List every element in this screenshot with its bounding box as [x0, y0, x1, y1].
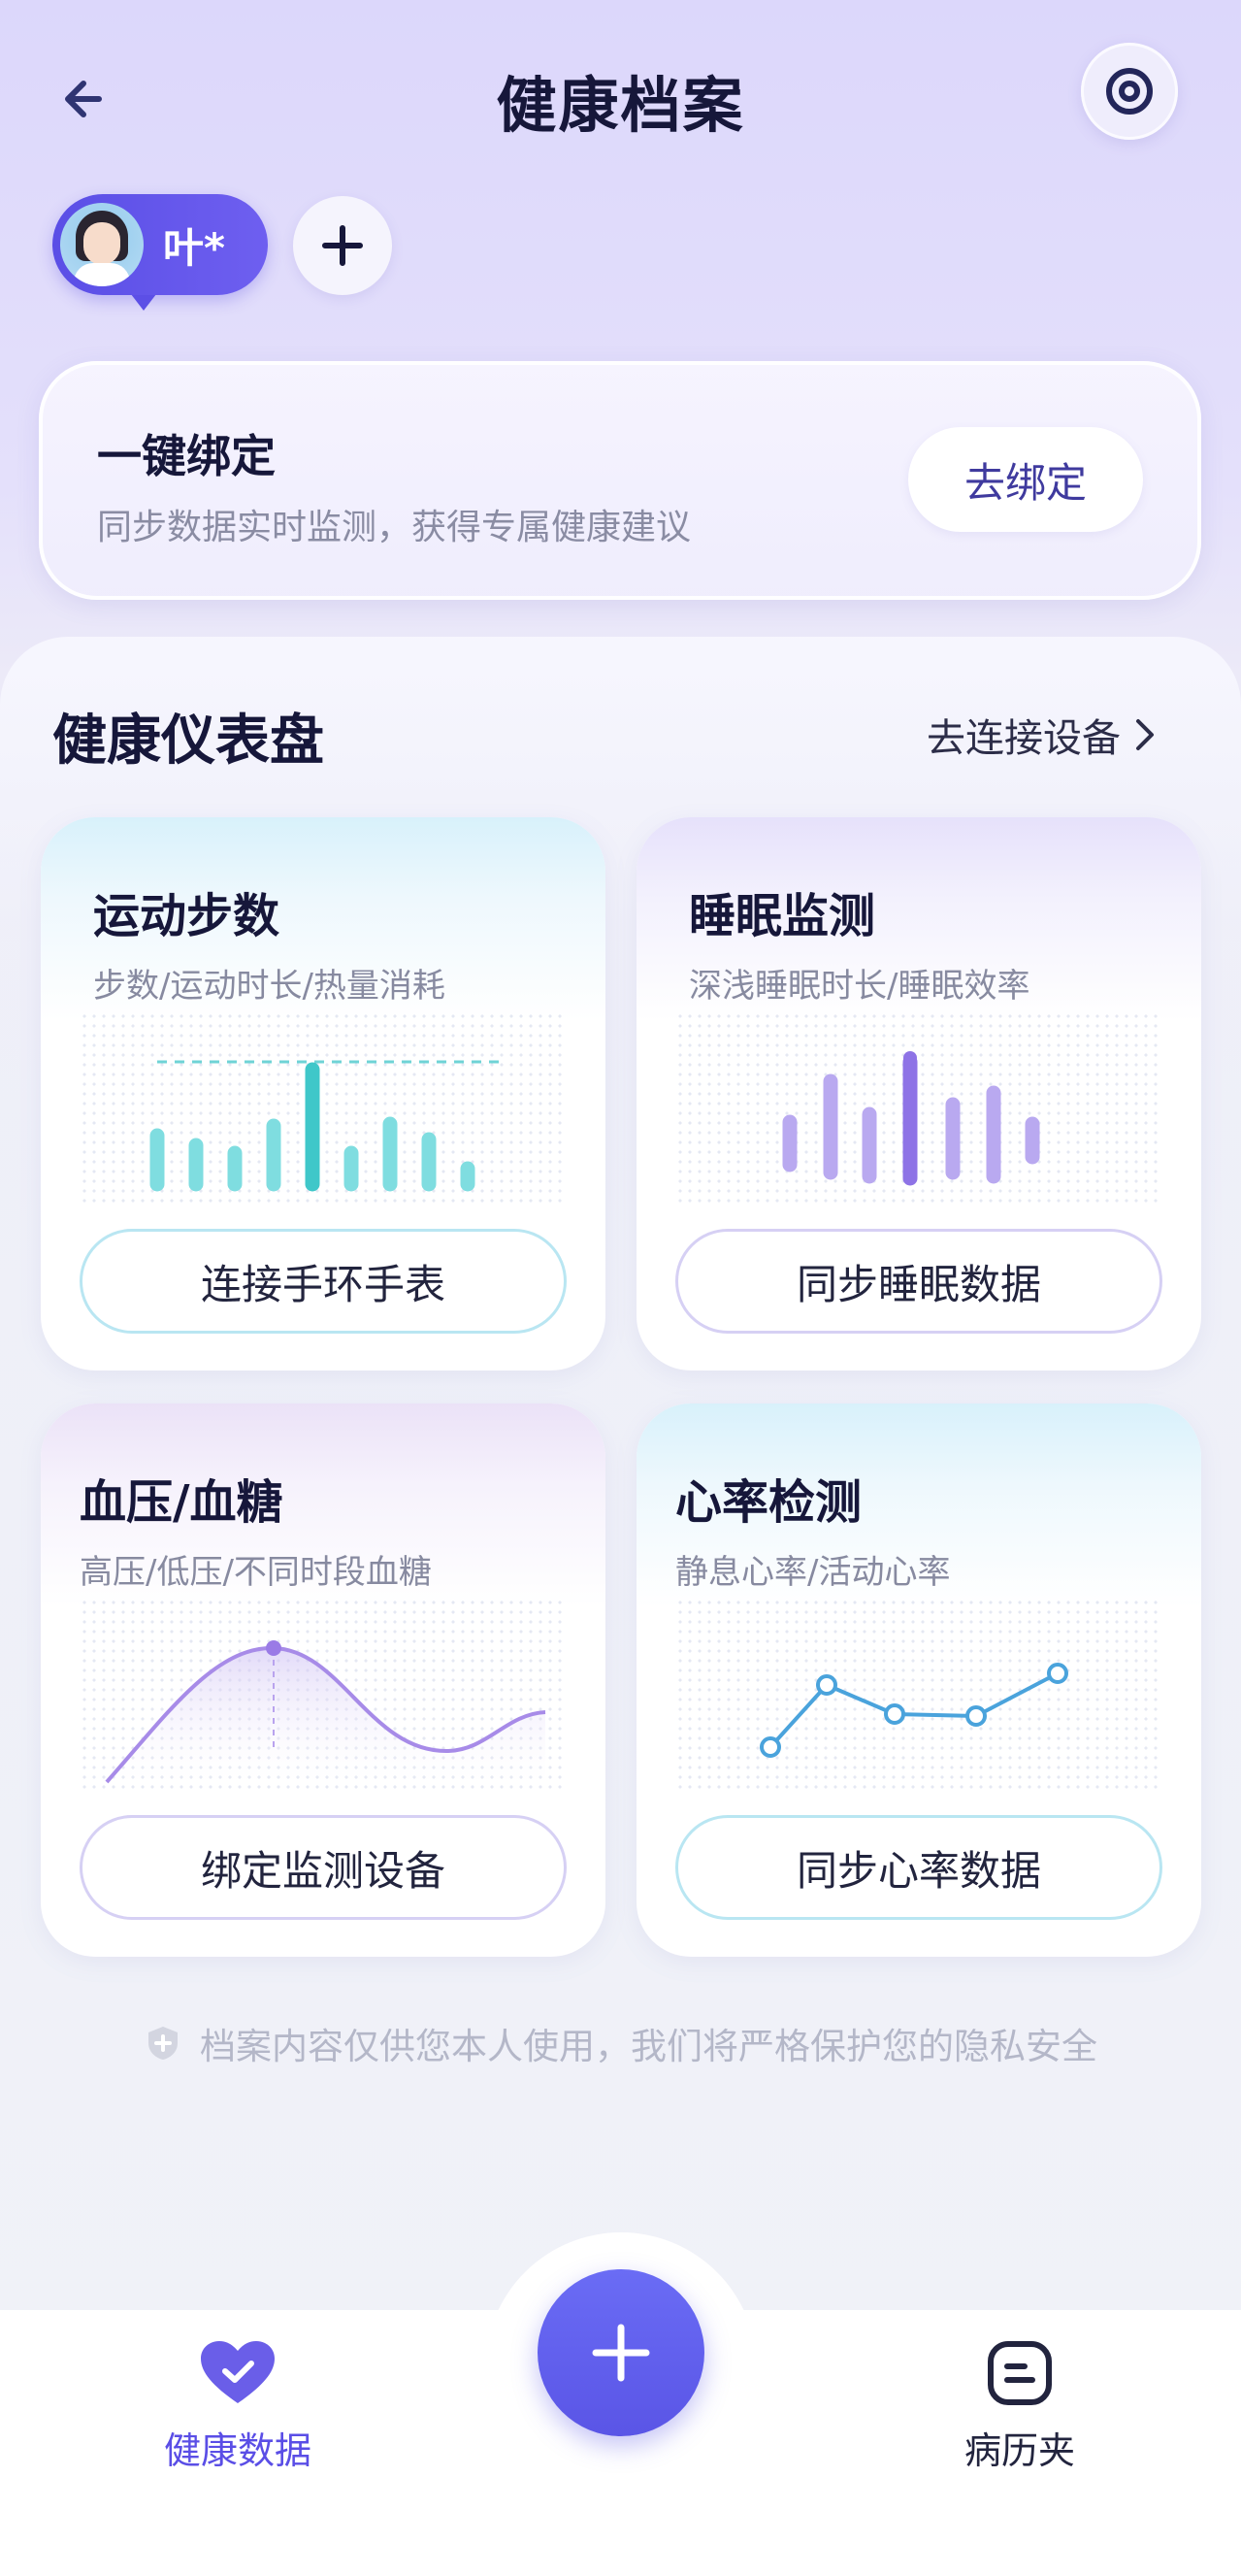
heart-rate-point — [884, 1703, 905, 1725]
card-title: 运动步数 — [93, 889, 280, 943]
add-record-button[interactable] — [538, 2269, 704, 2436]
chevron-right-icon — [1136, 719, 1154, 750]
bind-card-title: 一键绑定 — [97, 430, 276, 482]
settings-button[interactable] — [1081, 43, 1178, 140]
bp-peak-point — [266, 1640, 281, 1656]
heart-rate-point — [816, 1674, 837, 1696]
heart-rate-line — [768, 1671, 1059, 1749]
steps-chart — [80, 1011, 567, 1205]
steps-card[interactable]: 运动步数 步数/运动时长/热量消耗 连接手环手表 — [41, 817, 605, 1371]
card-title: 血压/血糖 — [80, 1475, 283, 1530]
privacy-note-text: 档案内容仅供您本人使用，我们将严格保护您的隐私安全 — [200, 2026, 1097, 2067]
connect-device-label: 去连接设备 — [927, 716, 1121, 761]
target-icon — [1106, 68, 1153, 115]
connect-device-link[interactable]: 去连接设备 — [927, 707, 1156, 763]
blood-pressure-chart — [80, 1598, 567, 1792]
heart-rate-chart — [675, 1598, 1162, 1792]
blood-pressure-card[interactable]: 血压/血糖 高压/低压/不同时段血糖 绑定监测设备 — [41, 1404, 605, 1957]
nav-records[interactable]: 病历夹 — [928, 2339, 1112, 2474]
heart-rate-point — [1047, 1663, 1068, 1684]
card-subtitle: 静息心率/活动心率 — [675, 1553, 951, 1592]
nav-records-label: 病历夹 — [963, 2429, 1075, 2472]
heart-rate-card[interactable]: 心率检测 静息心率/活动心率 同步心率数据 — [637, 1404, 1201, 1957]
connect-band-button[interactable]: 连接手环手表 — [80, 1229, 567, 1334]
avatar — [60, 203, 144, 286]
bind-card-subtitle: 同步数据实时监测，获得专属健康建议 — [97, 508, 692, 547]
heart-check-icon — [201, 2341, 275, 2403]
sync-heart-rate-button[interactable]: 同步心率数据 — [675, 1815, 1162, 1920]
privacy-note: 档案内容仅供您本人使用，我们将严格保护您的隐私安全 — [0, 2017, 1241, 2069]
card-subtitle: 高压/低压/不同时段血糖 — [80, 1553, 432, 1592]
heart-rate-point — [965, 1705, 987, 1727]
card-title: 心率检测 — [675, 1475, 863, 1530]
nav-health-data[interactable]: 健康数据 — [146, 2339, 330, 2474]
page-title: 健康档案 — [496, 70, 745, 141]
add-profile-button[interactable] — [293, 196, 392, 295]
plus-icon — [322, 225, 363, 266]
card-subtitle: 步数/运动时长/热量消耗 — [93, 967, 445, 1006]
folder-icon — [988, 2341, 1052, 2405]
card-title: 睡眠监测 — [689, 889, 876, 943]
profile-chip[interactable]: 叶* — [52, 194, 268, 295]
card-subtitle: 深浅睡眠时长/睡眠效率 — [689, 967, 1030, 1006]
nav-health-data-label: 健康数据 — [163, 2429, 311, 2472]
shield-plus-icon — [148, 2027, 178, 2060]
bind-monitor-button[interactable]: 绑定监测设备 — [80, 1815, 567, 1920]
sleep-peak-point — [903, 1051, 917, 1065]
heart-rate-point — [760, 1736, 781, 1758]
sleep-card[interactable]: 睡眠监测 深浅睡眠时长/睡眠效率 同步睡眠数据 — [637, 817, 1201, 1371]
sync-sleep-button[interactable]: 同步睡眠数据 — [675, 1229, 1162, 1334]
profile-name: 叶* — [163, 223, 225, 272]
dashboard-title: 健康仪表盘 — [52, 710, 324, 773]
sleep-chart — [675, 1011, 1162, 1205]
plus-icon — [592, 2324, 650, 2382]
bind-button[interactable]: 去绑定 — [908, 427, 1143, 532]
